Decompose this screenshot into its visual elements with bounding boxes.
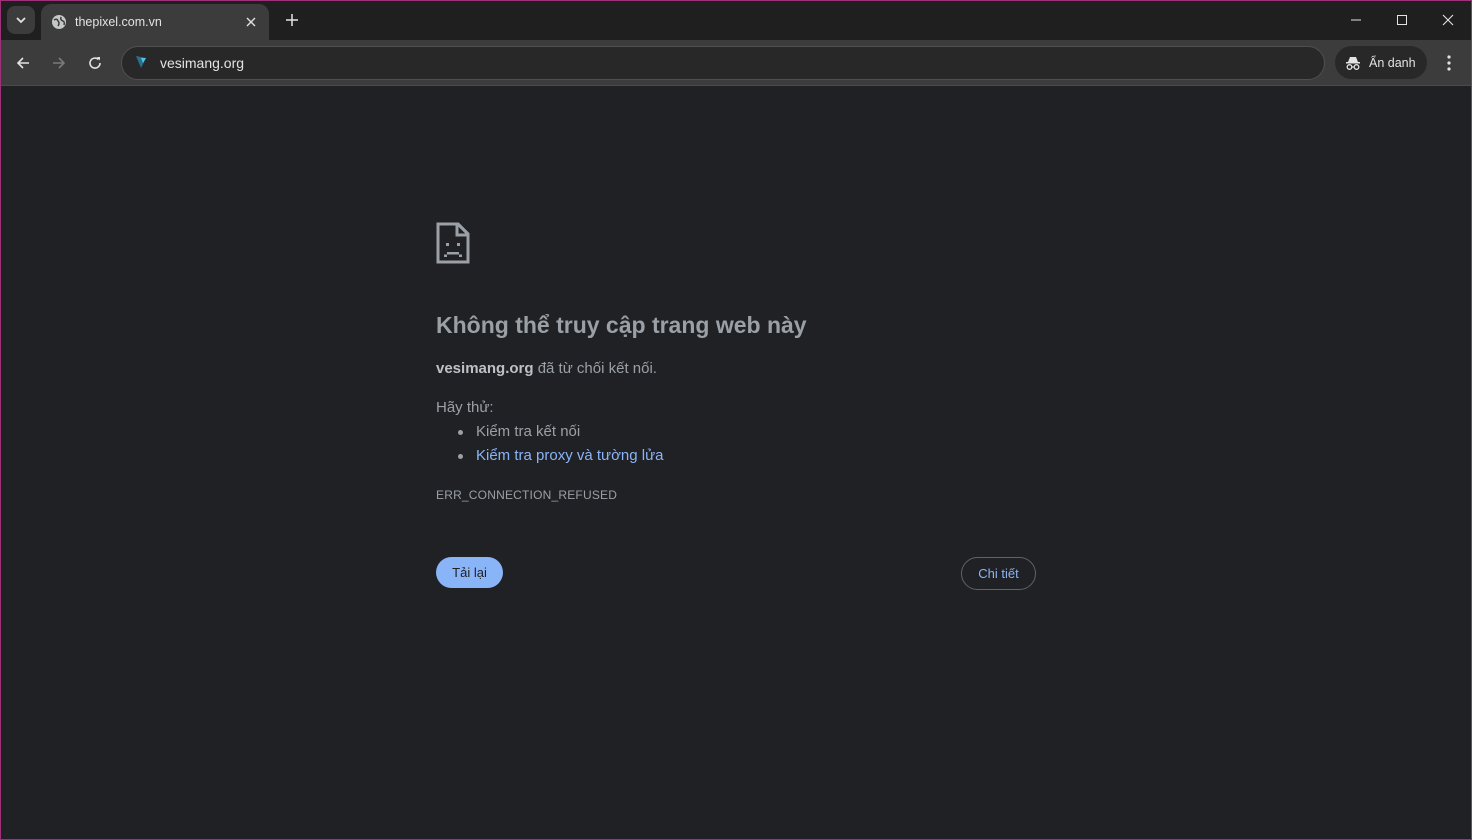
address-bar[interactable] (121, 46, 1325, 80)
details-button[interactable]: Chi tiết (961, 557, 1036, 590)
close-icon (1442, 14, 1454, 26)
minimize-button[interactable] (1333, 0, 1379, 40)
suggestions-list: Kiểm tra kết nối Kiểm tra proxy và tường… (458, 423, 664, 471)
error-title: Không thể truy cập trang web này (436, 312, 807, 338)
maximize-icon (1397, 15, 1407, 25)
error-code: ERR_CONNECTION_REFUSED (436, 488, 618, 502)
browser-menu-button[interactable] (1437, 49, 1461, 77)
new-tab-button[interactable] (280, 8, 304, 32)
plus-icon (286, 14, 298, 26)
tab-active[interactable]: thepixel.com.vn (41, 4, 269, 40)
site-info-icon[interactable] (134, 55, 150, 71)
suggestions-label: Hãy thử: (436, 399, 494, 416)
tab-title: thepixel.com.vn (75, 15, 162, 29)
chevron-down-icon (16, 17, 26, 24)
error-host: vesimang.org (436, 360, 534, 377)
incognito-indicator[interactable]: Ẩn danh (1335, 46, 1427, 79)
back-button[interactable] (9, 49, 37, 77)
minimize-icon (1351, 19, 1361, 21)
window-border (0, 0, 1472, 840)
tab-strip: thepixel.com.vn (0, 0, 1472, 40)
kebab-menu-icon (1447, 55, 1451, 71)
incognito-icon (1346, 56, 1360, 70)
forward-button[interactable] (45, 49, 73, 77)
reload-icon (89, 57, 101, 69)
error-description-text: đã từ chối kết nối. (533, 360, 657, 377)
error-description: vesimang.org đã từ chối kết nối. (436, 360, 657, 377)
reload-button[interactable] (81, 49, 109, 77)
arrow-left-icon (16, 57, 29, 69)
close-tab-icon[interactable] (243, 14, 259, 30)
tab-search-button[interactable] (7, 6, 35, 34)
sad-page-icon (436, 222, 470, 264)
suggestion-check-connection: Kiểm tra kết nối (458, 423, 664, 447)
browser-toolbar: Ẩn danh (0, 40, 1472, 86)
close-window-button[interactable] (1425, 0, 1471, 40)
incognito-label: Ẩn danh (1369, 55, 1416, 70)
check-proxy-link[interactable]: Kiểm tra proxy và tường lửa (476, 447, 664, 464)
suggestion-check-proxy: Kiểm tra proxy và tường lửa (458, 447, 664, 471)
maximize-button[interactable] (1379, 0, 1425, 40)
url-input[interactable] (160, 55, 1060, 71)
globe-icon (51, 14, 67, 30)
reload-page-button[interactable]: Tải lại (436, 557, 503, 588)
arrow-right-icon (53, 57, 66, 69)
